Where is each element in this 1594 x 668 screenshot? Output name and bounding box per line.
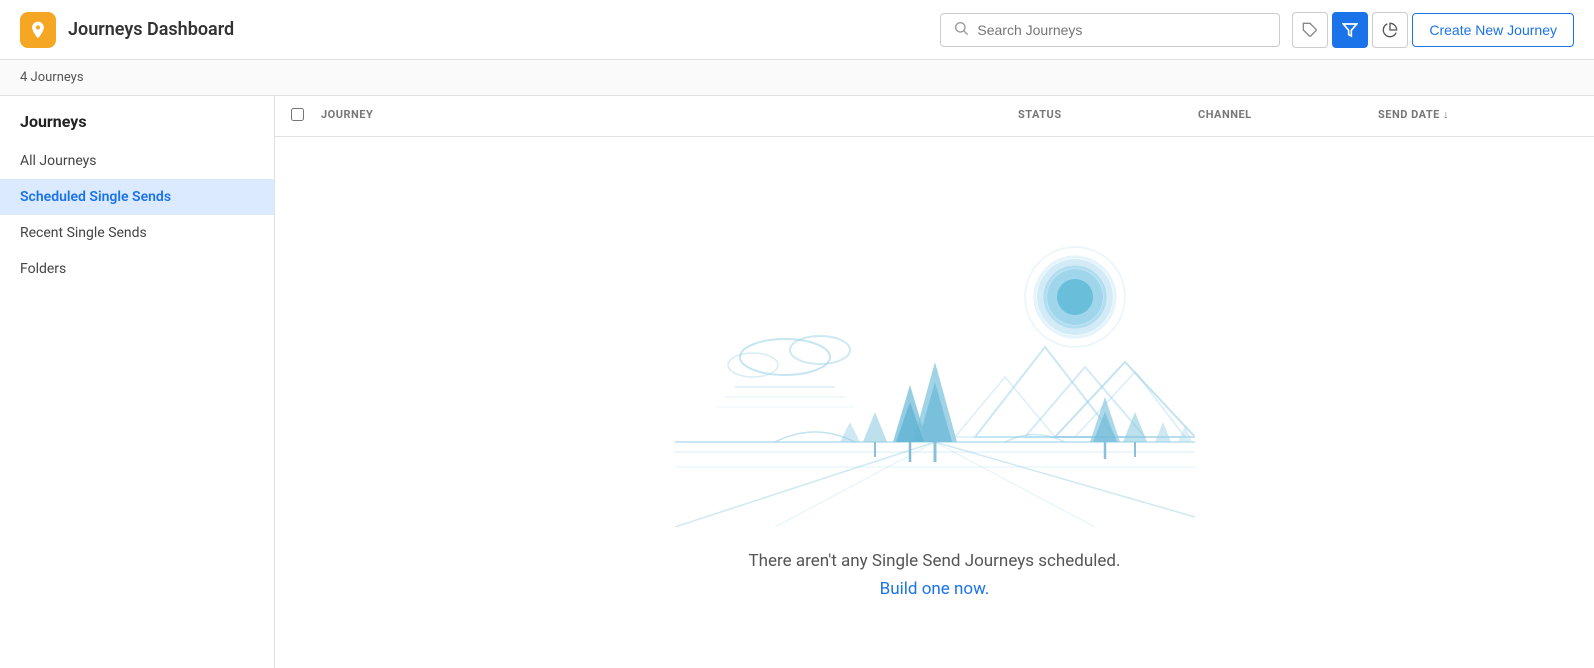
search-icon xyxy=(953,20,969,40)
sidebar-item-all-journeys[interactable]: All Journeys xyxy=(0,143,274,179)
journey-count: 4 Journeys xyxy=(0,60,1594,96)
chart-button[interactable] xyxy=(1372,12,1408,48)
search-box[interactable] xyxy=(940,13,1280,47)
empty-state: There aren't any Single Send Journeys sc… xyxy=(275,137,1594,668)
col-send-date: SEND DATE ↓ xyxy=(1378,108,1578,124)
col-checkbox xyxy=(291,108,321,124)
sidebar-item-recent-single-sends[interactable]: Recent Single Sends xyxy=(0,215,274,251)
empty-message: There aren't any Single Send Journeys sc… xyxy=(749,551,1121,571)
search-input[interactable] xyxy=(977,22,1267,38)
select-all-checkbox[interactable] xyxy=(291,108,304,121)
sidebar-item-scheduled-single-sends[interactable]: Scheduled Single Sends xyxy=(0,179,274,215)
col-channel: CHANNEL xyxy=(1198,108,1378,124)
page-title: Journeys Dashboard xyxy=(68,19,234,40)
main-content: JOURNEY STATUS CHANNEL SEND DATE ↓ xyxy=(275,96,1594,668)
col-status: STATUS xyxy=(1018,108,1198,124)
sidebar-heading: Journeys xyxy=(0,96,274,143)
sidebar: Journeys All Journeys Scheduled Single S… xyxy=(0,96,275,668)
table-header: JOURNEY STATUS CHANNEL SEND DATE ↓ xyxy=(275,96,1594,137)
main-layout: Journeys All Journeys Scheduled Single S… xyxy=(0,96,1594,668)
app-logo xyxy=(20,12,56,48)
empty-illustration xyxy=(675,207,1195,527)
col-journey: JOURNEY xyxy=(321,108,1018,124)
create-journey-button[interactable]: Create New Journey xyxy=(1412,13,1574,47)
build-now-link[interactable]: Build one now. xyxy=(880,579,990,599)
app-header: Journeys Dashboard C xyxy=(0,0,1594,60)
header-action-buttons: Create New Journey xyxy=(1292,12,1574,48)
filter-button[interactable] xyxy=(1332,12,1368,48)
sidebar-item-folders[interactable]: Folders xyxy=(0,251,274,287)
tag-filter-button[interactable] xyxy=(1292,12,1328,48)
